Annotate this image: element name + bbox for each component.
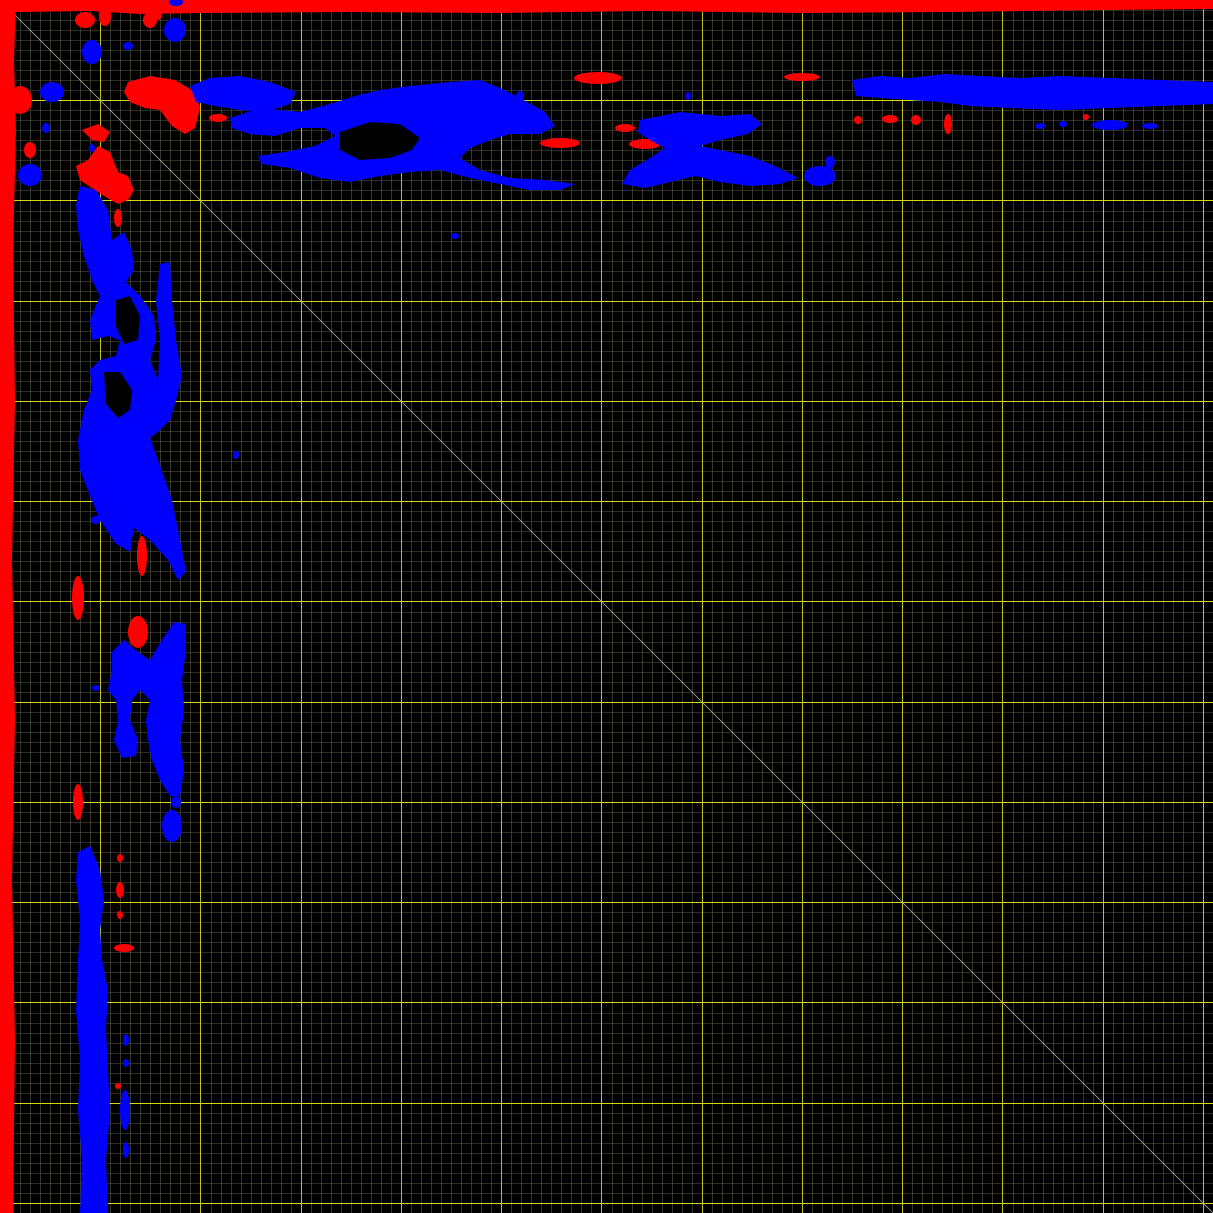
corner-peak-2 [82,40,102,64]
row-peak-11 [854,116,862,124]
row-peak-10 [944,114,952,134]
corner-spot-b [24,142,36,158]
col-spot-2 [171,796,181,808]
col-spot-3 [120,1090,130,1130]
col-spot-5 [123,1034,129,1046]
col-peak-8 [117,911,123,919]
row-spot-8 [516,91,524,101]
col-peak-2 [137,536,147,576]
corner-peak-3 [40,82,64,102]
top-spot-4 [154,8,162,20]
col-spot-10 [89,144,95,152]
col-peak-6 [117,854,123,862]
col-peak-5 [73,784,83,820]
row-peak-8 [882,115,898,123]
col-peak-10 [115,1083,121,1089]
row-peak-9 [911,115,921,125]
row-spot-4 [1142,123,1158,129]
top-spot-1 [75,12,95,28]
col-peak-7 [116,882,124,898]
row-peak-6 [615,124,635,132]
col-spot-1 [162,810,182,842]
corner-spot-a [8,86,32,114]
corner-peak-7 [123,42,133,50]
contour-plot-canvas [0,0,1213,1213]
col-spot-9 [91,516,101,524]
col-peak-3 [72,576,84,620]
col-peak-9 [114,944,134,952]
corner-peak-4 [18,164,42,186]
col-spot-6 [123,1059,129,1067]
corner-peak-6 [42,123,50,133]
col-peak-4 [128,616,148,648]
row-spot-1 [804,166,836,186]
row-peak-2 [784,73,820,81]
col-spot-4 [123,1142,129,1158]
row-peak-4 [540,138,580,148]
row-spot-5 [1035,123,1045,129]
col-spot-7 [233,451,239,459]
row-spot-6 [1059,121,1067,127]
row-spot-3 [1092,120,1128,130]
row-spot-7 [685,92,691,100]
nmr-spectrum-plot [0,0,1213,1213]
corner-peak-1 [164,18,186,42]
row-spot-2 [825,156,835,168]
row-spot-9 [451,233,459,239]
col-peak-11 [114,209,122,227]
row-peak-12 [1083,114,1089,120]
col-spot-8 [92,685,100,691]
row-peak-1 [574,72,622,84]
top-spot-2 [99,6,111,26]
row-peak-7 [209,114,227,122]
